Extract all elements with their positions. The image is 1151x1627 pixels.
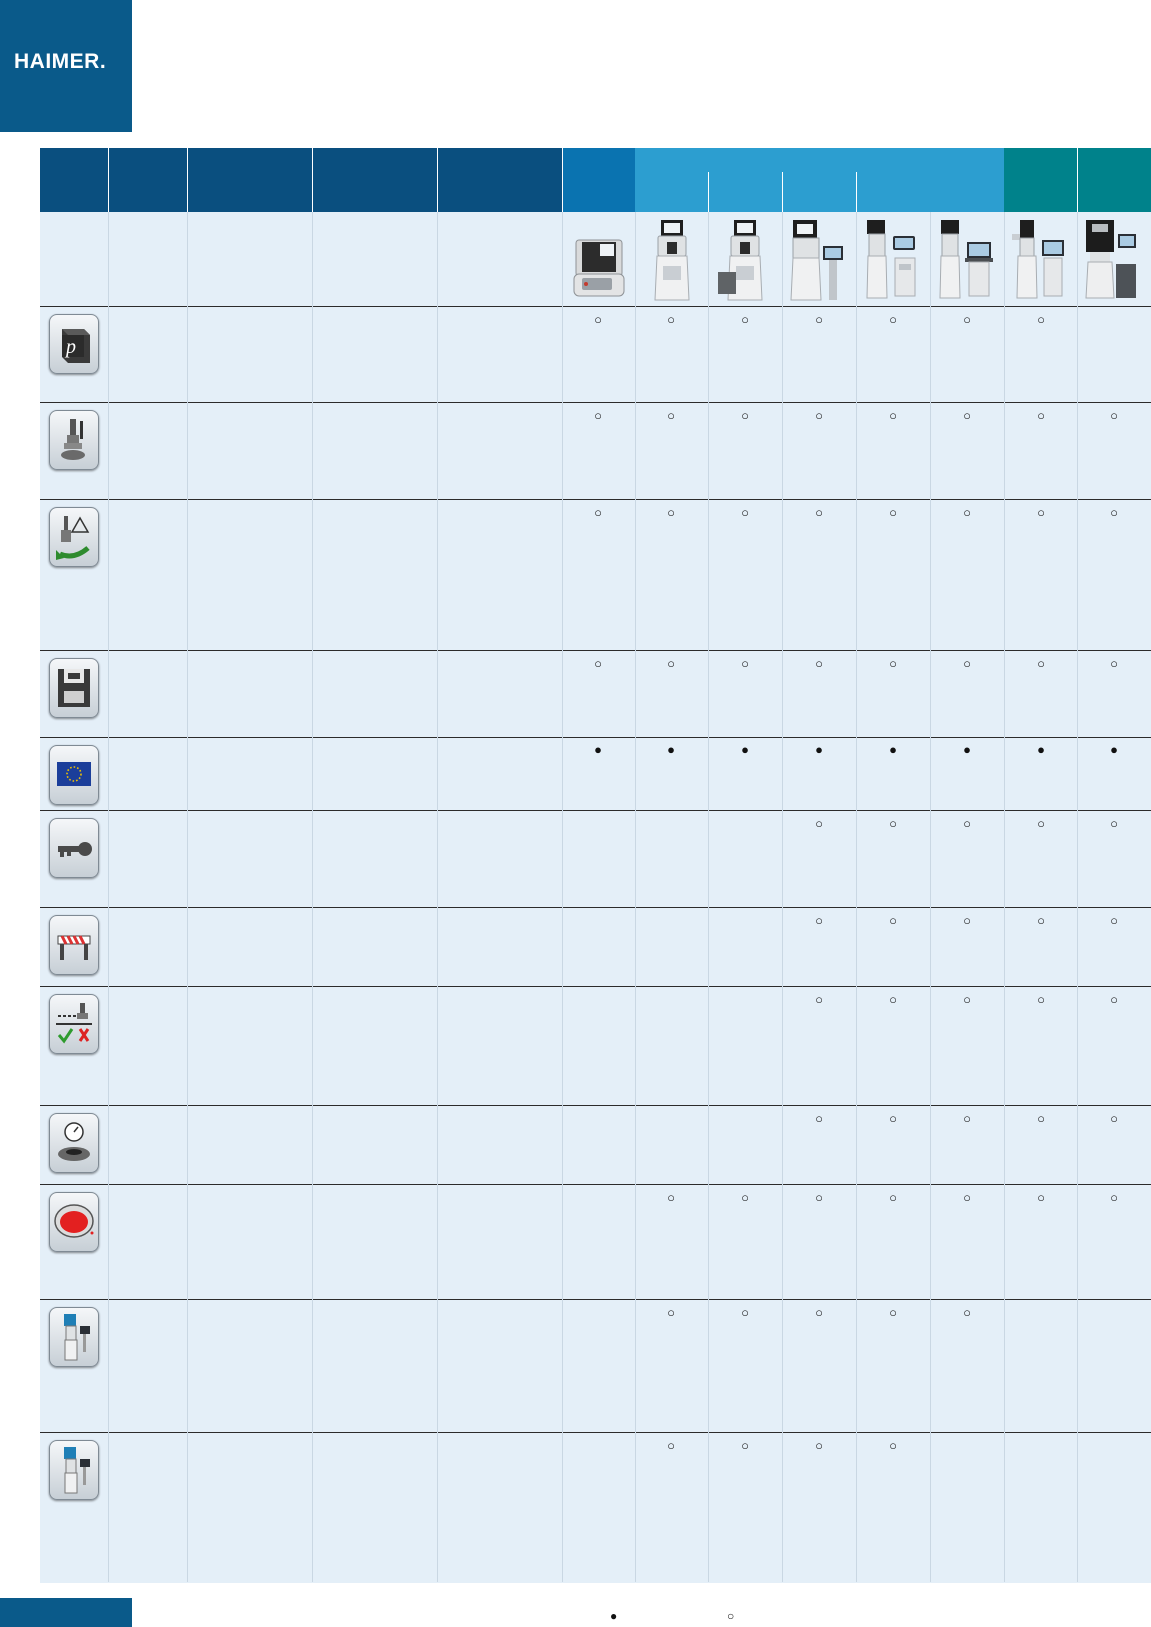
svg-text:p: p [64, 336, 76, 358]
table-row [40, 1184, 1151, 1300]
table-row [40, 810, 1151, 908]
table-row [40, 986, 1151, 1106]
table-row [40, 1432, 1151, 1583]
table-row [40, 1299, 1151, 1433]
barrier-icon [49, 915, 99, 975]
table-header-light-group [635, 148, 930, 212]
pi-cube-icon: p [49, 314, 99, 374]
table-header-dark [40, 148, 562, 212]
table-row [40, 499, 1151, 651]
logo-text: HAIMER. [14, 50, 107, 73]
haimer-logo: HAIMER. [0, 0, 132, 132]
table-header-light [930, 148, 1004, 212]
table-row [40, 907, 1151, 987]
machine-image-8 [1085, 220, 1136, 299]
machine-image-1 [573, 239, 625, 297]
machine-image-7 [1012, 220, 1064, 299]
red-button-icon [49, 1192, 99, 1252]
key-icon [49, 818, 99, 878]
table-header-mid [562, 148, 635, 212]
footer-bar [0, 1598, 132, 1627]
machine-image-5 [866, 220, 916, 299]
tool-holder-icon [49, 410, 99, 470]
machine-image-4 [790, 220, 843, 301]
legend-standard-symbol: ● [610, 1609, 618, 1623]
tool-measure-transfer-icon [49, 507, 99, 567]
table-row [40, 1105, 1151, 1185]
dial-gauge-spindle-icon [49, 1113, 99, 1173]
eu-flag-icon [49, 745, 99, 805]
machine-image-2 [654, 220, 690, 301]
machine-image-6 [939, 220, 993, 299]
floppy-save-icon [49, 658, 99, 718]
machine-tower-icon [49, 1440, 99, 1500]
tool-check-ok-nok-icon [49, 994, 99, 1054]
machine-tower-icon [49, 1307, 99, 1367]
legend-optional-symbol: ○ [727, 1609, 735, 1623]
machine-image-3 [718, 220, 763, 301]
